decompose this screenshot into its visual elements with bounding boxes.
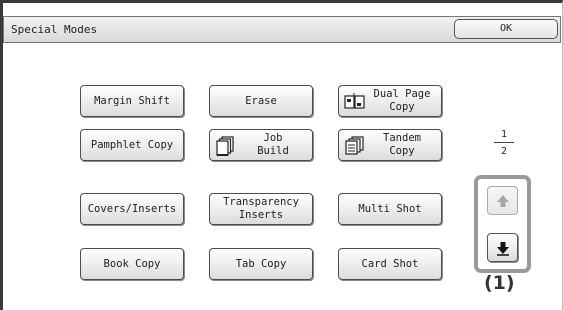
scroll-up-button[interactable] <box>487 186 518 215</box>
tab-copy-label: Tab Copy <box>235 257 287 270</box>
arrow-down-icon <box>497 242 509 256</box>
scroll-down-button[interactable] <box>487 233 518 262</box>
margin-shift-button[interactable]: Margin Shift <box>80 85 184 117</box>
job-build-button[interactable]: Job Build <box>209 129 313 161</box>
tandem-copy-label: Tandem Copy <box>383 132 421 157</box>
covers-inserts-label: Covers/Inserts <box>87 202 177 215</box>
tandem-copy-button[interactable]: Tandem Copy <box>338 129 442 161</box>
job-build-icon <box>216 136 234 156</box>
book-copy-button[interactable]: Book Copy <box>80 248 184 280</box>
book-copy-label: Book Copy <box>103 257 161 270</box>
job-build-label: Job Build <box>257 132 289 157</box>
dual-page-copy-icon <box>344 93 365 109</box>
card-shot-label: Card Shot <box>361 257 419 270</box>
multi-shot-label: Multi Shot <box>358 202 422 215</box>
ok-button[interactable]: OK <box>454 19 558 39</box>
dual-page-copy-label: Dual Page Copy <box>373 88 431 113</box>
current-page-number: 1 <box>500 129 508 140</box>
arrow-up-icon <box>497 195 509 207</box>
covers-inserts-button[interactable]: Covers/Inserts <box>80 193 184 225</box>
total-page-count: 2 <box>500 146 508 157</box>
transparency-inserts-button[interactable]: Transparency Inserts <box>209 193 313 225</box>
pamphlet-copy-label: Pamphlet Copy <box>90 138 174 151</box>
pamphlet-copy-button[interactable]: Pamphlet Copy <box>80 129 184 161</box>
transparency-inserts-label: Transparency Inserts <box>223 196 299 221</box>
dual-page-copy-button[interactable]: Dual Page Copy <box>338 85 442 117</box>
callout-label: (1) <box>484 272 515 294</box>
screen-title: Special Modes <box>11 23 98 36</box>
tab-copy-button[interactable]: Tab Copy <box>209 248 313 280</box>
tandem-copy-icon <box>345 136 364 155</box>
erase-label: Erase <box>245 94 277 107</box>
erase-button[interactable]: Erase <box>209 85 313 117</box>
card-shot-button[interactable]: Card Shot <box>338 248 442 280</box>
title-bar: Special Modes OK <box>3 16 561 43</box>
page-divider <box>494 142 514 143</box>
margin-shift-label: Margin Shift <box>94 94 170 107</box>
multi-shot-button[interactable]: Multi Shot <box>338 193 442 225</box>
